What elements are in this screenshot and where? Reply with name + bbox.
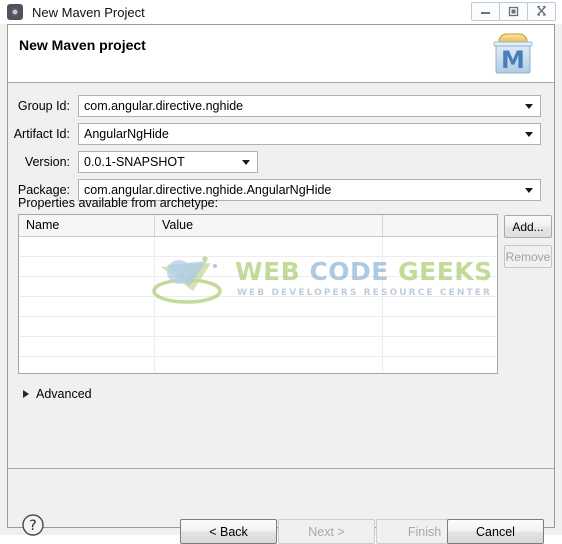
table-row[interactable] [19, 257, 497, 277]
table-row[interactable] [19, 317, 497, 337]
chevron-right-icon [23, 390, 29, 398]
svg-text:?: ? [29, 518, 36, 534]
table-body: WEB CODE GEEKS WEB DEVELOPERS RESOURCE C… [19, 237, 497, 373]
column-header-extra[interactable] [383, 215, 496, 236]
field-row-version: Version: 0.0.1-SNAPSHOT [8, 151, 554, 175]
cancel-button[interactable]: Cancel [447, 519, 544, 544]
dialog-body: New Maven project M Group Id: com.angula… [7, 24, 555, 544]
form-area: Group Id: com.angular.directive.nghide A… [8, 84, 554, 468]
chevron-down-icon [525, 188, 533, 193]
version-value: 0.0.1-SNAPSHOT [84, 155, 185, 169]
version-combo[interactable]: 0.0.1-SNAPSHOT [78, 151, 258, 173]
artifact-id-label: Artifact Id: [13, 127, 70, 141]
window-controls [471, 1, 556, 21]
dialog-banner: New Maven project M [8, 25, 554, 83]
properties-label: Properties available from archetype: [18, 196, 219, 210]
next-button: Next > [278, 519, 375, 544]
table-row[interactable] [19, 357, 497, 373]
minimize-icon[interactable] [471, 1, 500, 21]
properties-table[interactable]: Name Value WEB CODE GEEKS WEB DEVELOPERS… [18, 214, 498, 374]
table-row[interactable] [19, 297, 497, 317]
chevron-down-icon [525, 132, 533, 137]
group-id-label: Group Id: [17, 99, 70, 113]
back-button[interactable]: < Back [180, 519, 277, 544]
chevron-down-icon [242, 160, 250, 165]
chevron-down-icon [525, 104, 533, 109]
column-header-value[interactable]: Value [155, 215, 383, 236]
maven-project-icon: M [493, 33, 533, 74]
artifact-id-value: AngularNgHide [84, 127, 169, 141]
remove-property-button: Remove [504, 245, 552, 268]
table-row[interactable] [19, 277, 497, 297]
window-titlebar: New Maven Project [0, 0, 562, 24]
window-title: New Maven Project [32, 4, 145, 20]
version-label: Version: [24, 155, 70, 169]
close-icon[interactable] [527, 1, 556, 21]
maximize-icon[interactable] [499, 1, 528, 21]
table-row[interactable] [19, 237, 497, 257]
table-row[interactable] [19, 337, 497, 357]
artifact-id-combo[interactable]: AngularNgHide [78, 123, 541, 145]
page-title: New Maven project [19, 37, 146, 53]
group-id-combo[interactable]: com.angular.directive.nghide [78, 95, 541, 117]
add-property-button[interactable]: Add... [504, 215, 552, 238]
field-row-group-id: Group Id: com.angular.directive.nghide [8, 95, 554, 119]
package-value: com.angular.directive.nghide.AngularNgHi… [84, 183, 332, 197]
column-header-name[interactable]: Name [19, 215, 155, 236]
advanced-expander[interactable]: Advanced [23, 387, 92, 401]
new-maven-project-window: New Maven Project New Maven project M Gr… [0, 0, 562, 544]
svg-text:M: M [501, 46, 525, 74]
maven-gear-icon [7, 4, 23, 20]
dialog-footer: ? < Back Next > Finish Cancel [8, 469, 554, 544]
table-header-row: Name Value [19, 215, 497, 237]
advanced-label: Advanced [36, 387, 92, 401]
field-row-artifact-id: Artifact Id: AngularNgHide [8, 123, 554, 147]
help-icon[interactable]: ? [21, 513, 45, 537]
package-label: Package: [17, 183, 70, 197]
group-id-value: com.angular.directive.nghide [84, 99, 244, 113]
